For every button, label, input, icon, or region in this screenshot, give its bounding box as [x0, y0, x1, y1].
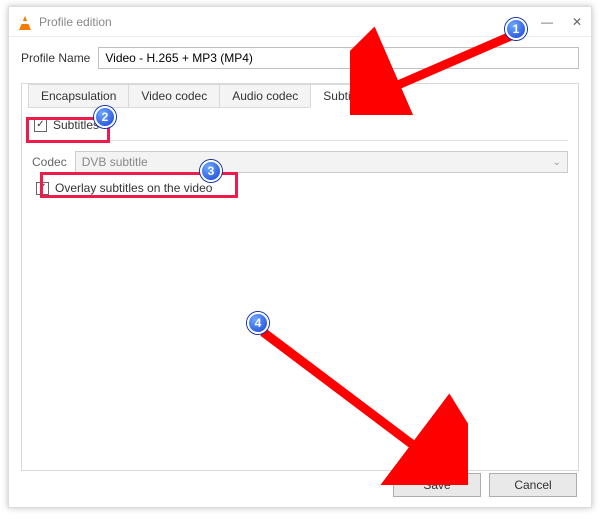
separator [32, 140, 568, 141]
profile-name-input[interactable] [98, 47, 579, 69]
subtitles-enable-label: Subtitles [53, 118, 99, 132]
tab-encapsulation[interactable]: Encapsulation [28, 84, 129, 108]
vlc-icon [17, 14, 33, 30]
window-title: Profile edition [39, 15, 541, 29]
cancel-button[interactable]: Cancel [489, 473, 577, 497]
tab-subtitles[interactable]: Subtitles [310, 84, 382, 108]
annotation-badge-4: 4 [247, 312, 269, 334]
codec-select[interactable]: DVB subtitle ⌄ [75, 151, 568, 173]
profile-name-row: Profile Name [21, 47, 579, 69]
overlay-row[interactable]: ✓ Overlay subtitles on the video [32, 179, 568, 197]
close-button[interactable]: ✕ [571, 15, 583, 29]
codec-label: Codec [32, 155, 67, 169]
chevron-down-icon: ⌄ [553, 157, 561, 168]
dialog-footer: Save Cancel [393, 473, 577, 497]
codec-value: DVB subtitle [82, 155, 148, 169]
dialog-window: Profile edition — ✕ Profile Name Encapsu… [8, 6, 592, 508]
annotation-badge-3: 3 [200, 160, 222, 182]
profile-name-label: Profile Name [21, 51, 90, 65]
tab-video-codec[interactable]: Video codec [128, 84, 220, 108]
window-controls: — ✕ [541, 15, 583, 29]
subtitles-checkbox[interactable]: ✓ [34, 119, 47, 132]
annotation-badge-1: 1 [505, 18, 527, 40]
tab-strip: Encapsulation Video codec Audio codec Su… [22, 83, 578, 107]
overlay-checkbox[interactable]: ✓ [36, 182, 49, 195]
save-button[interactable]: Save [393, 473, 481, 497]
tab-audio-codec[interactable]: Audio codec [219, 84, 311, 108]
codec-row: Codec DVB subtitle ⌄ [32, 151, 568, 173]
overlay-label: Overlay subtitles on the video [55, 181, 212, 195]
titlebar: Profile edition — ✕ [9, 7, 591, 37]
tab-frame: Encapsulation Video codec Audio codec Su… [21, 83, 579, 471]
minimize-button[interactable]: — [541, 15, 553, 29]
annotation-badge-2: 2 [94, 106, 116, 128]
dialog-body: Profile Name Encapsulation Video codec A… [9, 37, 591, 471]
